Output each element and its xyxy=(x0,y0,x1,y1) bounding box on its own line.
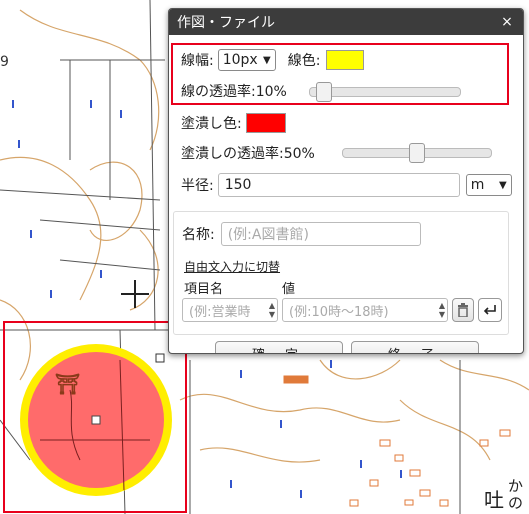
enter-return-icon xyxy=(483,305,496,315)
finish-button-label: 終 了 xyxy=(388,344,442,354)
dialog-title: 作図・ファイル xyxy=(177,15,275,31)
value-header: 値 xyxy=(282,282,296,297)
close-icon[interactable]: × xyxy=(499,14,515,30)
line-color-label: 線色: xyxy=(287,53,321,69)
shrine-map-symbol: ⛩ xyxy=(55,372,81,396)
fill-color-label: 塗潰し色: xyxy=(181,116,242,132)
line-color-swatch[interactable] xyxy=(326,50,365,70)
radius-unit-select[interactable]: m ▼ xyxy=(465,174,512,196)
value-input[interactable]: (例:10時〜18時) ▲ ▼ xyxy=(282,298,448,322)
confirm-button[interactable]: 確 定 xyxy=(215,341,343,354)
radius-label: 半径: xyxy=(181,178,214,194)
free-text-toggle-link[interactable]: 自由文入力に切替 xyxy=(184,258,280,275)
name-label: 名称: xyxy=(182,227,215,243)
fill-color-swatch[interactable] xyxy=(245,113,286,133)
stepper-icon[interactable]: ▲ ▼ xyxy=(439,301,445,319)
drawing-file-dialog: 作図・ファイル × 線幅: 10px ▼ 線色: 線の透過率:10% 塗潰し色:… xyxy=(168,8,524,354)
map-place-label-kana: かの xyxy=(508,477,524,512)
radius-input[interactable]: 150 xyxy=(217,173,460,197)
radius-value: 150 xyxy=(224,177,252,193)
confirm-button-label: 確 定 xyxy=(252,344,306,354)
item-name-header: 項目名 xyxy=(184,282,224,297)
line-width-label: 線幅: xyxy=(181,53,214,69)
radius-unit-value: m xyxy=(470,177,485,193)
fill-transparency-thumb[interactable] xyxy=(409,143,425,163)
map-place-label: 吐 xyxy=(484,488,504,512)
item-name-input[interactable]: (例:営業時 ▲ ▼ xyxy=(182,298,278,322)
map-edge-label: 9 xyxy=(0,54,9,70)
value-placeholder: (例:10時〜18時) xyxy=(289,304,389,320)
attribute-panel: 名称: (例:A図書館) 自由文入力に切替 項目名 値 (例:営業時 ▲ ▼ (例… xyxy=(173,211,509,335)
line-transparency-label: 線の透過率:10% xyxy=(181,84,287,100)
chevron-down-icon: ▼ xyxy=(263,54,271,66)
line-transparency-thumb[interactable] xyxy=(316,82,332,102)
trash-icon xyxy=(458,303,468,317)
add-row-button[interactable] xyxy=(478,298,502,322)
chevron-down-icon: ▼ xyxy=(499,179,507,191)
fill-transparency-slider[interactable] xyxy=(342,143,492,163)
name-placeholder: (例:A図書館) xyxy=(227,227,309,243)
item-name-placeholder: (例:営業時 xyxy=(189,304,251,320)
line-width-value: 10px xyxy=(222,52,258,68)
fill-transparency-label: 塗潰しの透過率:50% xyxy=(181,146,315,162)
delete-row-button[interactable] xyxy=(452,298,474,322)
line-width-select[interactable]: 10px ▼ xyxy=(217,49,276,71)
line-transparency-slider[interactable] xyxy=(309,82,461,102)
name-input[interactable]: (例:A図書館) xyxy=(220,222,421,246)
stepper-icon[interactable]: ▲ ▼ xyxy=(269,301,275,319)
dialog-titlebar[interactable]: 作図・ファイル × xyxy=(169,9,523,35)
finish-button[interactable]: 終 了 xyxy=(351,341,479,354)
